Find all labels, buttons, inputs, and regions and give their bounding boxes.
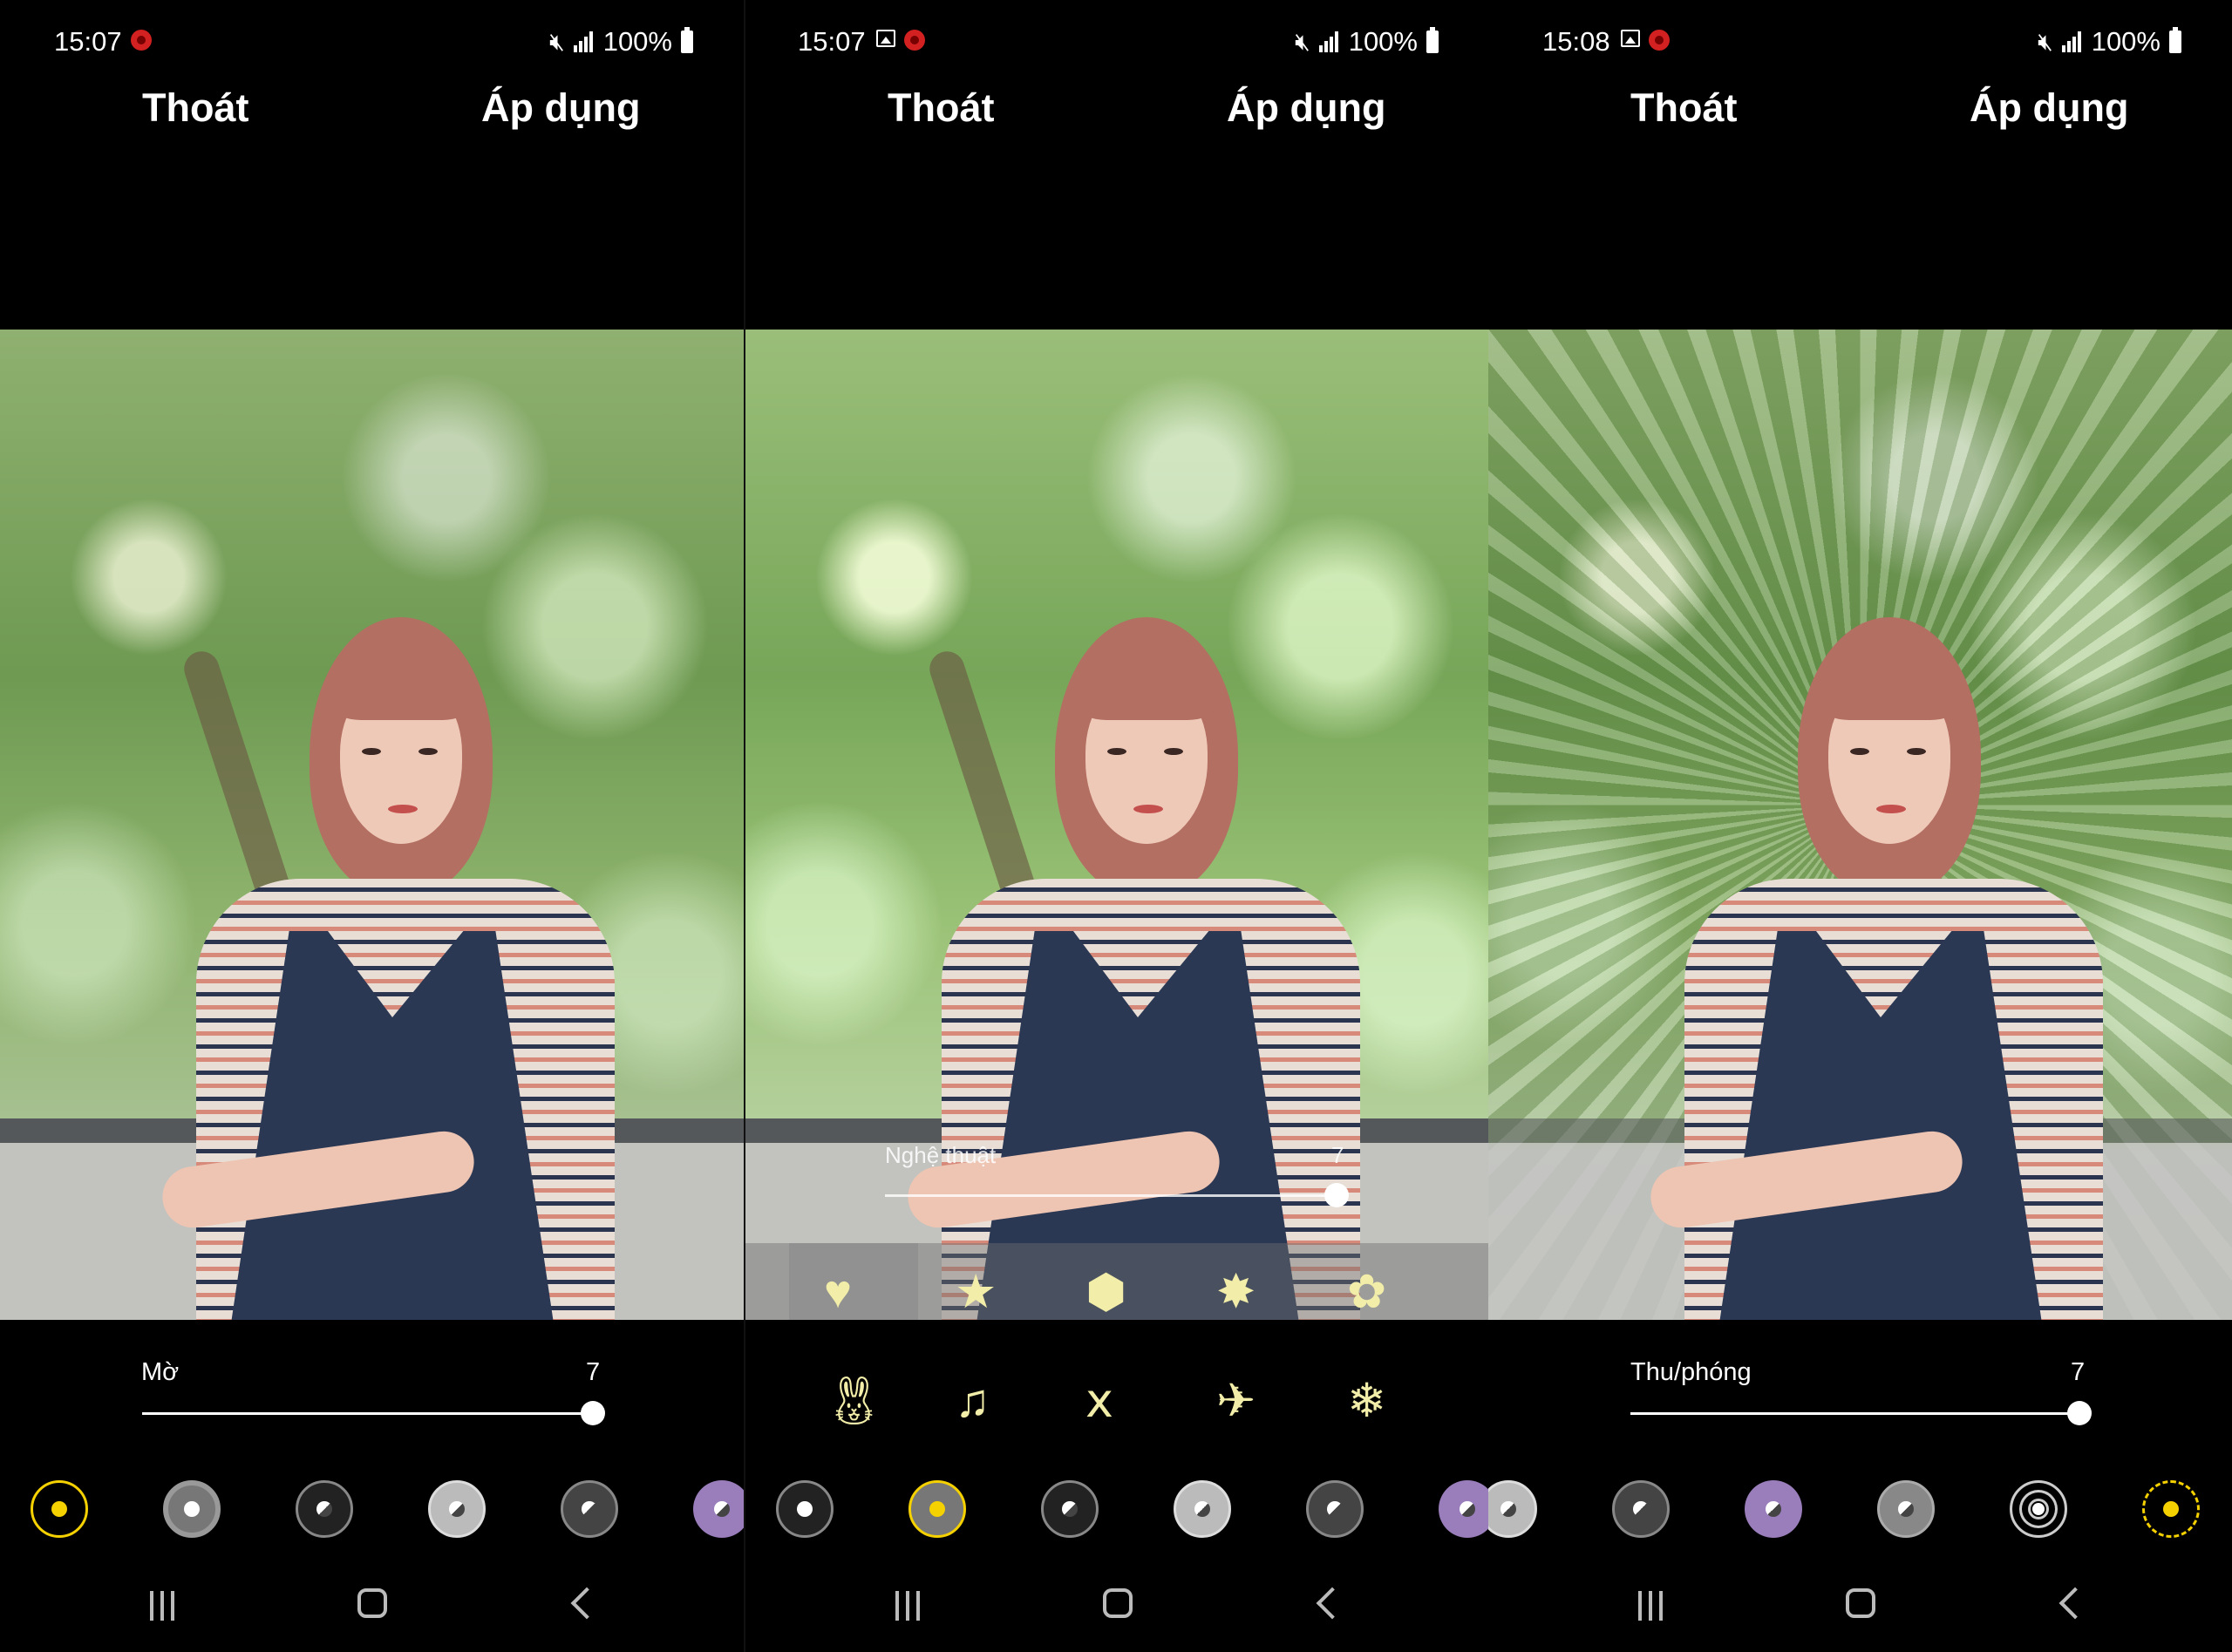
effect-spin[interactable] <box>1041 1480 1099 1538</box>
signal-icon <box>2061 31 2083 52</box>
effect-blur[interactable] <box>31 1480 88 1538</box>
recent-apps-icon[interactable] <box>1638 1591 1663 1621</box>
photo-preview[interactable] <box>0 330 744 1320</box>
slider-label: Mờ <box>141 1358 180 1386</box>
slider-thumb[interactable] <box>581 1401 605 1425</box>
back-icon[interactable] <box>2058 1587 2092 1620</box>
slider-label: Thu/phóng <box>1630 1358 1752 1386</box>
home-icon[interactable] <box>357 1588 387 1618</box>
image-notification-icon <box>876 30 895 47</box>
status-bar: 15:08 🔇︎ 100% <box>1488 24 2232 63</box>
photo-preview[interactable] <box>1488 330 2232 1320</box>
effect-color-point[interactable] <box>428 1480 486 1538</box>
home-icon[interactable] <box>1846 1588 1875 1618</box>
butterfly-shape-icon[interactable]: ⅹ <box>1085 1377 1113 1424</box>
effect-spin-rings[interactable] <box>2010 1480 2067 1538</box>
battery-icon <box>2169 27 2181 53</box>
effect-vintage[interactable] <box>561 1480 618 1538</box>
photo-preview[interactable] <box>745 330 1489 1320</box>
effect-big-circle[interactable] <box>163 1480 221 1538</box>
app-notification-icon <box>1649 30 1670 51</box>
heart-shape-icon[interactable]: ♥ <box>824 1268 852 1315</box>
effect-artistic[interactable] <box>908 1480 966 1538</box>
panel-blur: 15:07 🔇︎ 100% Thoát Áp dụng Mờ 7 <box>0 0 744 1652</box>
music-note-shape-icon[interactable]: ♫ <box>955 1377 990 1424</box>
status-bar: 15:07 🔇︎ 100% <box>745 24 1489 63</box>
battery-icon <box>681 27 693 53</box>
slider-value: 7 <box>2071 1358 2086 1386</box>
app-notification-icon <box>131 30 152 51</box>
battery-percent: 100% <box>2091 26 2161 57</box>
status-time: 15:07 <box>798 26 866 57</box>
signal-icon <box>573 31 595 52</box>
slider-label: Nghệ thuật <box>885 1142 997 1168</box>
portrait-subject <box>1646 617 2120 1320</box>
mute-icon: 🔇︎ <box>2038 27 2053 55</box>
flower-shape-icon[interactable]: ✿ <box>1347 1268 1386 1315</box>
apply-button[interactable]: Áp dụng <box>1227 85 1385 131</box>
effect-color-point[interactable] <box>1174 1480 1231 1538</box>
sparkle-shape-icon[interactable]: ✸ <box>1216 1268 1256 1315</box>
effect-vintage[interactable] <box>1612 1480 1670 1538</box>
effect-mono[interactable] <box>1877 1480 1935 1538</box>
effect-vintage[interactable] <box>1306 1480 1364 1538</box>
slider-track[interactable] <box>142 1412 593 1415</box>
status-time: 15:07 <box>54 26 122 57</box>
mute-icon: 🔇︎ <box>1295 27 1310 55</box>
effect-large-circle[interactable] <box>1745 1480 1802 1538</box>
effect-large-circle[interactable] <box>693 1480 744 1538</box>
airplane-shape-icon[interactable]: ✈ <box>1216 1377 1256 1424</box>
panel-zoom: 15:08 🔇︎ 100% Thoát Áp dụng Thu/phóng 7 <box>1488 0 2232 1652</box>
slider-track[interactable] <box>1630 1412 2079 1415</box>
exit-button[interactable]: Thoát <box>142 85 248 131</box>
battery-percent: 100% <box>1348 26 1418 57</box>
slider-value: 7 <box>1331 1142 1344 1168</box>
battery-percent: 100% <box>602 26 672 57</box>
apply-button[interactable]: Áp dụng <box>1970 85 2128 131</box>
slider-track[interactable] <box>885 1194 1338 1197</box>
recent-apps-icon[interactable] <box>895 1591 920 1621</box>
mute-icon: 🔇︎ <box>549 27 565 55</box>
hexagon-shape-icon[interactable]: ⬢ <box>1085 1268 1126 1315</box>
panel-artistic: 15:07 🔇︎ 100% Thoát Áp dụng Nghệ thuật 7… <box>745 0 1489 1652</box>
star-shape-icon[interactable]: ★ <box>955 1268 997 1315</box>
battery-icon <box>1426 27 1439 53</box>
system-nav-bar <box>1488 1587 2232 1630</box>
exit-button[interactable]: Thoát <box>888 85 994 131</box>
status-bar: 15:07 🔇︎ 100% <box>0 24 744 63</box>
back-icon[interactable] <box>570 1587 603 1620</box>
exit-button[interactable]: Thoát <box>1630 85 1737 131</box>
back-icon[interactable] <box>1316 1587 1349 1620</box>
snowflake-shape-icon[interactable]: ❄ <box>1347 1377 1386 1424</box>
rabbit-shape-icon[interactable]: 🐰︎ <box>824 1377 884 1424</box>
effect-big-circle[interactable] <box>776 1480 834 1538</box>
app-notification-icon <box>904 30 925 51</box>
slider-thumb[interactable] <box>2067 1401 2092 1425</box>
system-nav-bar <box>0 1587 744 1630</box>
home-icon[interactable] <box>1103 1588 1133 1618</box>
portrait-subject <box>903 617 1378 1320</box>
status-time: 15:08 <box>1542 26 1610 57</box>
recent-apps-icon[interactable] <box>150 1591 174 1621</box>
slider-value: 7 <box>586 1358 601 1386</box>
signal-icon <box>1318 31 1340 52</box>
effect-large-circle[interactable] <box>1439 1480 1489 1538</box>
effect-zoom[interactable] <box>2142 1480 2200 1538</box>
apply-button[interactable]: Áp dụng <box>481 85 640 131</box>
effect-spin[interactable] <box>296 1480 353 1538</box>
slider-thumb[interactable] <box>1324 1183 1349 1207</box>
image-notification-icon <box>1621 30 1640 47</box>
system-nav-bar <box>745 1587 1489 1630</box>
portrait-subject <box>158 617 632 1320</box>
